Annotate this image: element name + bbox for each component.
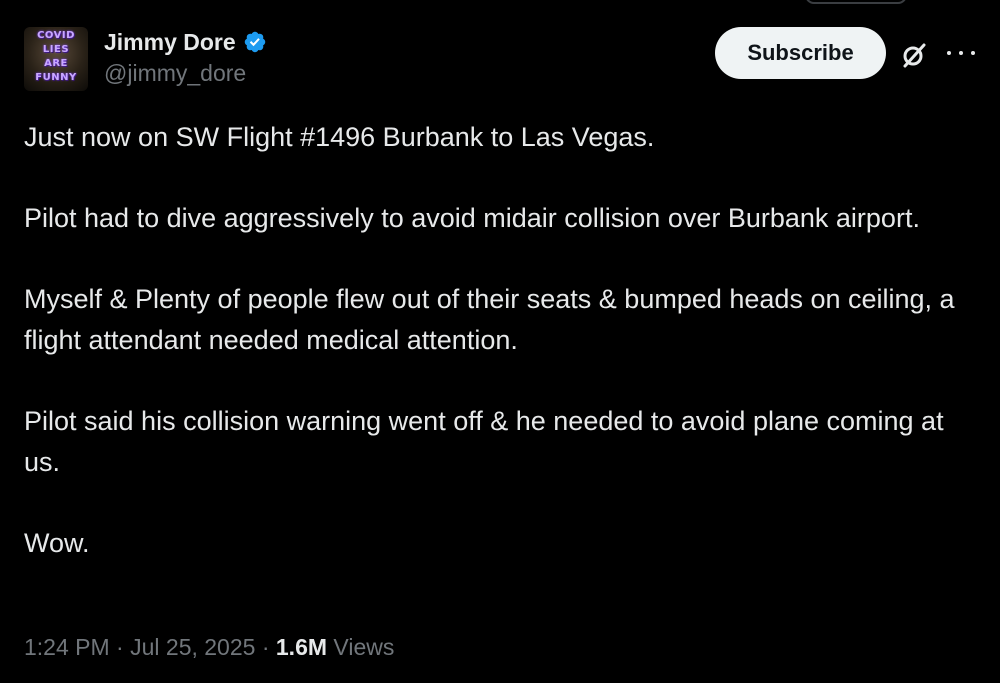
dot-icon: [947, 51, 951, 55]
meta-separator: ·: [255, 634, 276, 660]
more-options-icon[interactable]: [947, 41, 975, 65]
author-info: Jimmy Dore @jimmy_dore: [104, 27, 267, 87]
name-row: Jimmy Dore: [104, 27, 267, 57]
dot-icon: [959, 51, 963, 55]
tweet-time[interactable]: 1:24 PM: [24, 634, 110, 660]
tweet-metadata: 1:24 PM · Jul 25, 2025 · 1.6M Views: [24, 630, 394, 664]
tweet-header: COVID LIES ARE FUNNY Jimmy Dore @jimmy_d…: [24, 27, 976, 91]
tweet-paragraph: Just now on SW Flight #1496 Burbank to L…: [24, 122, 655, 152]
views-label: Views: [333, 634, 395, 660]
subscribe-button[interactable]: Subscribe: [715, 27, 886, 79]
tweet-paragraph: Wow.: [24, 528, 90, 558]
dot-icon: [971, 51, 975, 55]
tweet-paragraph: Myself & Plenty of people flew out of th…: [24, 284, 955, 355]
views-count: 1.6M: [275, 634, 328, 660]
author-display-name[interactable]: Jimmy Dore: [104, 29, 236, 56]
avatar-text-line: ARE: [44, 58, 68, 69]
verified-badge-icon[interactable]: [243, 30, 267, 54]
avatar-text-line: COVID: [37, 30, 75, 41]
avatar[interactable]: COVID LIES ARE FUNNY: [24, 27, 88, 91]
tweet-paragraph: Pilot said his collision warning went of…: [24, 406, 944, 477]
top-partial-button[interactable]: [805, 0, 907, 4]
tweet-text: Just now on SW Flight #1496 Burbank to L…: [24, 117, 964, 564]
tweet-date[interactable]: Jul 25, 2025: [130, 634, 255, 660]
avatar-text-line: LIES: [42, 44, 70, 55]
avatar-text-line: FUNNY: [35, 72, 77, 83]
author-handle[interactable]: @jimmy_dore: [104, 60, 267, 87]
meta-separator: ·: [109, 634, 131, 660]
tweet-paragraph: Pilot had to dive aggressively to avoid …: [24, 203, 920, 233]
grok-icon[interactable]: [900, 41, 928, 69]
